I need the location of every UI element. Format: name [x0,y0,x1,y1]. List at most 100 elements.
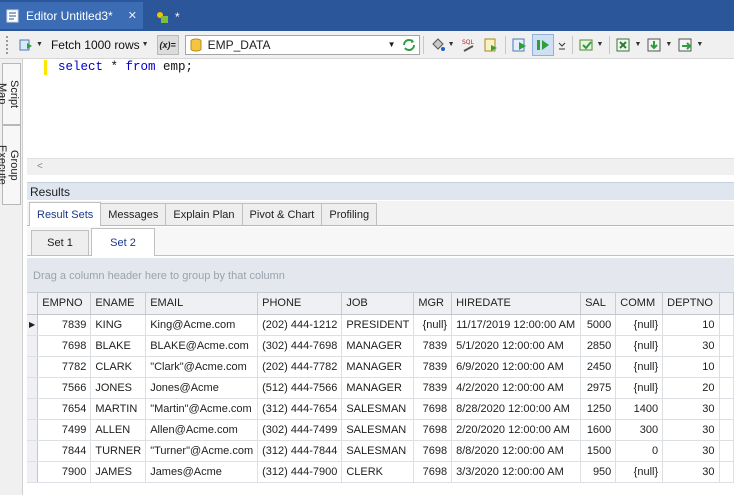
table-row[interactable]: 7566 JONES Jones@Acme (512) 444-7566 MANAGER… [27,377,734,399]
grid-cell[interactable]: (302) 444-7499 [257,419,343,441]
grid-cell[interactable]: (312) 444-7900 [257,461,343,483]
grid-cell[interactable]: {null} [615,356,664,378]
grid-cell[interactable]: 8/28/2020 12:00:00 AM [451,398,582,420]
grid-cell[interactable]: MANAGER [341,356,415,378]
sql-code-line[interactable]: select * from emp; [58,60,193,74]
grid-cell[interactable]: TURNER [90,440,147,462]
grid-cell[interactable]: 2/20/2020 12:00:00 AM [451,419,582,441]
grid-cell[interactable]: "Turner"@Acme.com [145,440,259,462]
grid-cell[interactable]: 950 [580,461,617,483]
grid-cell[interactable]: 0 [615,440,664,462]
table-row[interactable]: 7900 JAMES James@Acme (312) 444-7900 CLERK 76… [27,461,734,483]
grid-cell[interactable]: MANAGER [341,335,415,357]
substitution-variables-button[interactable]: (x)= [156,34,179,55]
editor-horizontal-scrollbar[interactable]: < [27,158,734,175]
execute-button[interactable] [510,34,530,56]
grid-cell[interactable]: 7839 [413,377,453,399]
group-execute-tab[interactable]: Group Execute [0,125,21,205]
table-row[interactable]: 7844 TURNER "Turner"@Acme.com (312) 444-784… [27,440,734,462]
grid-cell[interactable]: 2450 [580,356,617,378]
grid-cell[interactable]: 1600 [580,419,617,441]
grid-cell[interactable]: 7839 [413,335,453,357]
grid-cell[interactable]: (312) 444-7654 [257,398,343,420]
chevron-down-icon[interactable]: ▼ [385,40,399,49]
row-indicator[interactable] [27,377,39,399]
format-button[interactable]: ▼ [428,34,457,56]
save-results-button[interactable]: ▼ [676,34,705,56]
tab-result-sets[interactable]: Result Sets [29,202,102,226]
commit-button[interactable]: ▼ [577,34,606,56]
export-button[interactable]: ▼ [614,34,643,56]
grid-cell[interactable]: 2850 [580,335,617,357]
tab-profiling[interactable]: Profiling [321,203,378,225]
grid-cell[interactable]: {null} [615,335,664,357]
column-header[interactable]: DEPTNO [662,293,720,315]
column-header[interactable]: ENAME [90,293,147,315]
grid-cell[interactable]: 2975 [580,377,617,399]
grid-cell[interactable]: 7698 [413,419,453,441]
grid-cell[interactable]: Allen@Acme.com [145,419,259,441]
grid-cell[interactable]: 11/17/2019 12:00:00 AM [451,314,582,336]
grid-cell[interactable]: 7782 [37,356,92,378]
row-indicator[interactable] [27,356,39,378]
close-icon[interactable]: ✕ [128,9,137,22]
grid-cell[interactable]: 7839 [37,314,92,336]
grid-cell[interactable]: 1400 [615,398,664,420]
grid-cell[interactable]: 8/8/2020 12:00:00 AM [451,440,582,462]
grid-cell[interactable]: 30 [662,461,720,483]
column-header[interactable]: JOB [341,293,415,315]
grid-cell[interactable]: MANAGER [341,377,415,399]
grid-cell[interactable]: MARTIN [90,398,147,420]
tab-explain-plan[interactable]: Explain Plan [165,203,243,225]
grid-cell[interactable]: 10 [662,314,720,336]
grid-cell[interactable]: JONES [90,377,147,399]
grid-cell[interactable]: 7839 [413,356,453,378]
grid-cell[interactable]: {null} [615,377,664,399]
grid-cell[interactable]: 7698 [37,335,92,357]
grid-cell[interactable]: {null} [413,314,453,336]
row-indicator[interactable] [27,335,39,357]
grid-cell[interactable]: 6/9/2020 12:00:00 AM [451,356,582,378]
grid-cell[interactable]: (202) 444-1212 [257,314,343,336]
grid-cell[interactable]: "Martin"@Acme.com [145,398,259,420]
grid-cell[interactable]: BLAKE@Acme.com [145,335,259,357]
row-indicator[interactable]: ▶ [27,314,39,336]
grid-cell[interactable]: "Clark"@Acme.com [145,356,259,378]
table-row[interactable]: ▶ 7839 KING King@Acme.com (202) 444-1212 PRES… [27,314,734,336]
column-header[interactable]: PHONE [257,293,343,315]
grid-cell[interactable]: PRESIDENT [341,314,415,336]
grid-cell[interactable]: 7698 [413,398,453,420]
grid-cell[interactable]: 30 [662,419,720,441]
toolbar-grip[interactable] [6,35,10,54]
grid-cell[interactable]: SALESMAN [341,419,415,441]
row-indicator[interactable] [27,440,39,462]
grid-cell[interactable]: King@Acme.com [145,314,259,336]
grid-cell[interactable]: SALESMAN [341,398,415,420]
tab-second-document[interactable]: * [149,2,183,31]
grid-cell[interactable]: 7566 [37,377,92,399]
grid-cell[interactable]: 30 [662,440,720,462]
grid-cell[interactable]: 4/2/2020 12:00:00 AM [451,377,582,399]
grid-cell[interactable]: CLERK [341,461,415,483]
column-header[interactable]: SAL [580,293,617,315]
group-by-drop-area[interactable]: Drag a column header here to group by th… [27,258,734,293]
grid-cell[interactable]: 7698 [413,461,453,483]
tab-messages[interactable]: Messages [100,203,167,225]
column-header[interactable]: COMM [615,293,664,315]
grid-cell[interactable]: BLAKE [90,335,147,357]
grid-cell[interactable]: 20 [662,377,720,399]
grid-cell[interactable]: (202) 444-7782 [257,356,343,378]
grid-cell[interactable]: 5000 [580,314,617,336]
grid-cell[interactable]: 7654 [37,398,92,420]
column-header[interactable]: EMAIL [145,293,259,315]
grid-cell[interactable]: Jones@Acme [145,377,259,399]
grid-cell[interactable]: (312) 444-7844 [257,440,343,462]
tab-set-1[interactable]: Set 1 [31,230,89,255]
script-button[interactable] [481,34,501,56]
grid-cell[interactable]: 7844 [37,440,92,462]
row-indicator[interactable] [27,461,39,483]
grid-cell[interactable]: JAMES [90,461,147,483]
import-button[interactable]: ▼ [645,34,674,56]
table-row[interactable]: 7782 CLARK "Clark"@Acme.com (202) 444-7782 M… [27,356,734,378]
execute-step-button[interactable] [531,33,554,56]
